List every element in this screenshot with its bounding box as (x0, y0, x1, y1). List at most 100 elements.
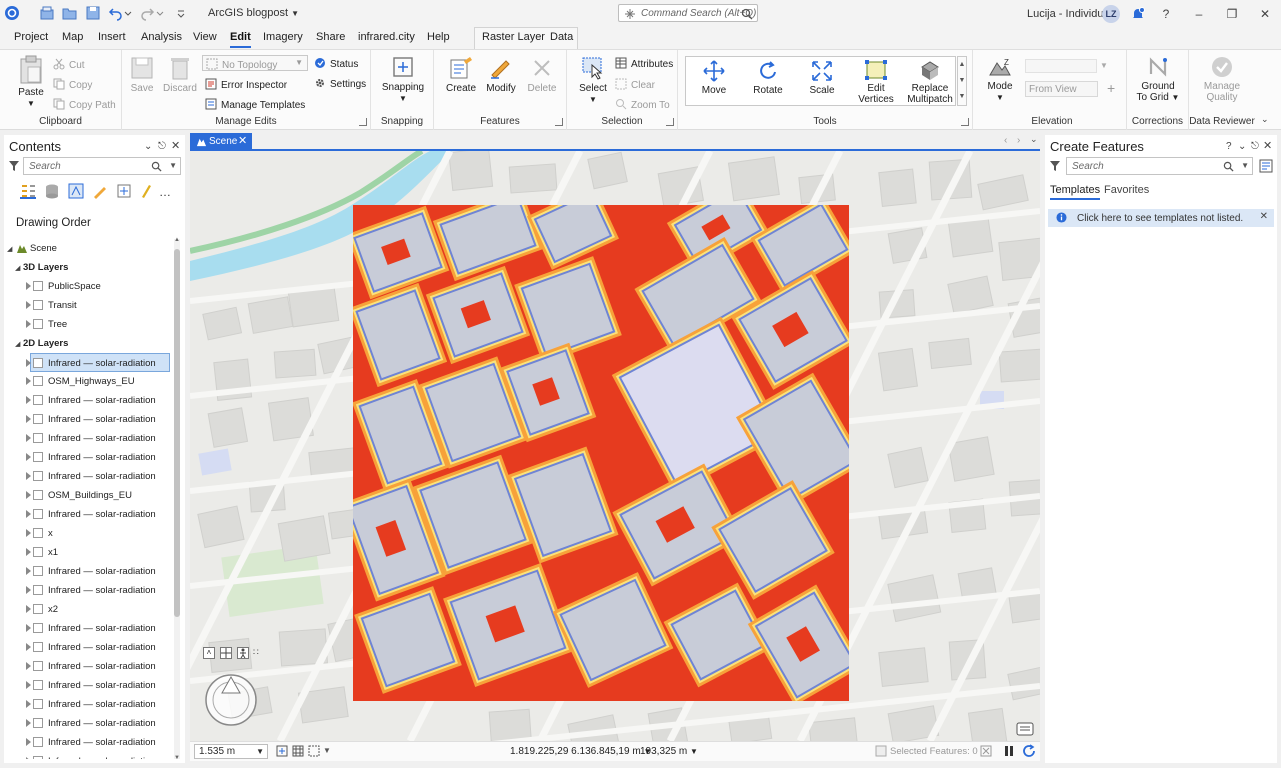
expand-icon[interactable] (26, 491, 31, 499)
layer-visibility-checkbox[interactable] (33, 433, 43, 443)
expand-icon[interactable] (26, 301, 31, 309)
expand-icon[interactable] (26, 586, 31, 594)
rotate-tool-button[interactable]: Rotate (750, 59, 786, 96)
layer-visibility-checkbox[interactable] (33, 623, 43, 633)
new-project-icon[interactable] (39, 5, 55, 21)
redo-icon[interactable] (139, 5, 155, 21)
user-avatar[interactable]: LZ (1102, 5, 1120, 23)
close-window-icon[interactable]: ✕ (1257, 6, 1273, 22)
collapse-ribbon-icon[interactable]: ⌄ (1261, 114, 1269, 125)
tab-view[interactable]: View (193, 31, 217, 43)
snapping-options-icon[interactable]: ▼ (323, 746, 331, 755)
close-tab-icon[interactable]: ✕ (238, 134, 247, 147)
layer-row-2d[interactable]: Infrared — solar-radiation (4, 752, 172, 759)
tools-gallery-scroll[interactable]: ▲ ▼ ▼ (957, 56, 967, 106)
minimize-icon[interactable]: – (1191, 6, 1207, 22)
layer-visibility-checkbox[interactable] (33, 490, 43, 500)
layer-visibility-checkbox[interactable] (33, 395, 43, 405)
list-by-drawing-order-icon[interactable] (20, 183, 36, 199)
create-features-button[interactable]: Create (443, 55, 479, 94)
templates-search-input[interactable]: Search ▼ (1066, 157, 1253, 175)
expand-icon[interactable] (26, 453, 31, 461)
edit-settings-button[interactable]: Settings (314, 77, 366, 90)
layer-visibility-checkbox[interactable] (33, 756, 43, 759)
expand-icon[interactable] (26, 738, 31, 746)
pause-drawing-icon[interactable] (1003, 745, 1015, 757)
help-icon[interactable]: ? (1158, 6, 1174, 22)
layer-visibility-checkbox[interactable] (33, 547, 43, 557)
error-inspector-button[interactable]: Error Inspector (205, 78, 287, 91)
layer-row-2d[interactable]: Infrared — solar-radiation (4, 733, 172, 752)
layer-row-2d[interactable]: x2 (4, 600, 172, 619)
layer-row-2d[interactable]: OSM_Highways_EU (4, 372, 172, 391)
layer-visibility-checkbox[interactable] (33, 661, 43, 671)
layer-visibility-checkbox[interactable] (33, 699, 43, 709)
expand-icon[interactable] (26, 700, 31, 708)
manage-quality-button[interactable]: Manage Quality (1195, 55, 1249, 103)
coordinate-readout[interactable]: 1.819.225,29 6.136.845,19 m ▼ (510, 746, 651, 757)
expand-icon[interactable] (26, 757, 31, 759)
layer-visibility-checkbox[interactable] (33, 319, 43, 329)
scroll-down-icon[interactable]: ▼ (174, 755, 180, 761)
layer-row-2d[interactable]: Infrared — solar-radiation (4, 391, 172, 410)
expand-icon[interactable] (26, 681, 31, 689)
delete-features-button[interactable]: Delete (524, 55, 560, 94)
undo-dropdown-icon[interactable] (124, 5, 132, 21)
expand-icon[interactable] (26, 377, 31, 385)
expand-icon[interactable] (26, 415, 31, 423)
select-button[interactable]: Select ▼ (575, 55, 611, 105)
layer-row-2d[interactable]: x1 (4, 543, 172, 562)
elevation-unit-dropdown-icon[interactable]: ▼ (1100, 61, 1108, 70)
add-elevation-icon[interactable]: + (1107, 80, 1115, 96)
layer-visibility-checkbox[interactable] (33, 452, 43, 462)
layer-row-2d[interactable]: x (4, 524, 172, 543)
templates-info-bar[interactable]: Click here to see templates not listed. … (1048, 209, 1274, 227)
layer-row-2d[interactable]: Infrared — solar-radiation (4, 410, 172, 429)
redo-dropdown-icon[interactable] (156, 5, 164, 21)
elevation-mode-button[interactable]: Z Mode ▼ (984, 55, 1016, 103)
list-by-source-icon[interactable] (44, 183, 60, 199)
clear-selection-status-icon[interactable] (980, 745, 992, 757)
scene-node[interactable]: ◢ Scene (4, 239, 172, 258)
template-properties-icon[interactable] (1259, 159, 1273, 173)
save-project-icon[interactable] (85, 5, 101, 21)
2d-layers-group[interactable]: ◢ 2D Layers (4, 334, 172, 353)
notifications-icon[interactable] (1130, 6, 1146, 22)
command-search-input[interactable]: Command Search (Alt+Q) (618, 4, 758, 22)
expand-icon[interactable] (26, 396, 31, 404)
copy-path-button[interactable]: Copy Path (53, 98, 116, 111)
layer-visibility-checkbox[interactable] (33, 604, 43, 614)
layer-visibility-checkbox[interactable] (33, 358, 43, 368)
user-name[interactable]: Lucija - Individual (1027, 8, 1112, 20)
pane-options-icon[interactable]: ⌄ (1238, 141, 1246, 152)
layer-row-2d[interactable]: Infrared — solar-radiation (4, 448, 172, 467)
layer-visibility-checkbox[interactable] (33, 680, 43, 690)
expand-icon[interactable] (26, 282, 31, 290)
map-notes-icon[interactable] (1016, 722, 1034, 736)
layer-row-2d[interactable]: Infrared — solar-radiation (4, 638, 172, 657)
filter-icon[interactable] (8, 160, 20, 172)
expand-icon[interactable] (26, 567, 31, 575)
list-by-editing-icon[interactable] (92, 183, 108, 199)
scroll-up-icon[interactable]: ▲ (174, 237, 180, 243)
layer-row-2d[interactable]: Infrared — solar-radiation (4, 581, 172, 600)
layer-visibility-checkbox[interactable] (33, 509, 43, 519)
tab-analysis[interactable]: Analysis (141, 31, 182, 43)
scale-dropdown[interactable]: 1.535 m ▼ (194, 744, 268, 759)
tab-insert[interactable]: Insert (98, 31, 126, 43)
edit-vertices-button[interactable]: Edit Vertices (855, 59, 897, 105)
scale-tool-button[interactable]: Scale (804, 59, 840, 96)
more-views-icon[interactable]: … (159, 185, 172, 199)
full-extent-icon[interactable] (220, 647, 232, 659)
scrollbar-thumb[interactable] (174, 249, 180, 617)
layer-visibility-checkbox[interactable] (33, 414, 43, 424)
favorites-tab[interactable]: Favorites (1104, 184, 1149, 196)
layer-row-2d[interactable]: Infrared — solar-radiation (4, 676, 172, 695)
clear-selection-button[interactable]: Clear (615, 78, 655, 91)
expand-icon[interactable] (26, 320, 31, 328)
gallery-expand-icon[interactable]: ▼ (958, 89, 966, 105)
layer-visibility-checkbox[interactable] (33, 585, 43, 595)
layer-row-3d[interactable]: PublicSpace (4, 277, 172, 296)
expand-icon[interactable] (26, 605, 31, 613)
layer-row-2d[interactable]: Infrared — solar-radiation (4, 467, 172, 486)
